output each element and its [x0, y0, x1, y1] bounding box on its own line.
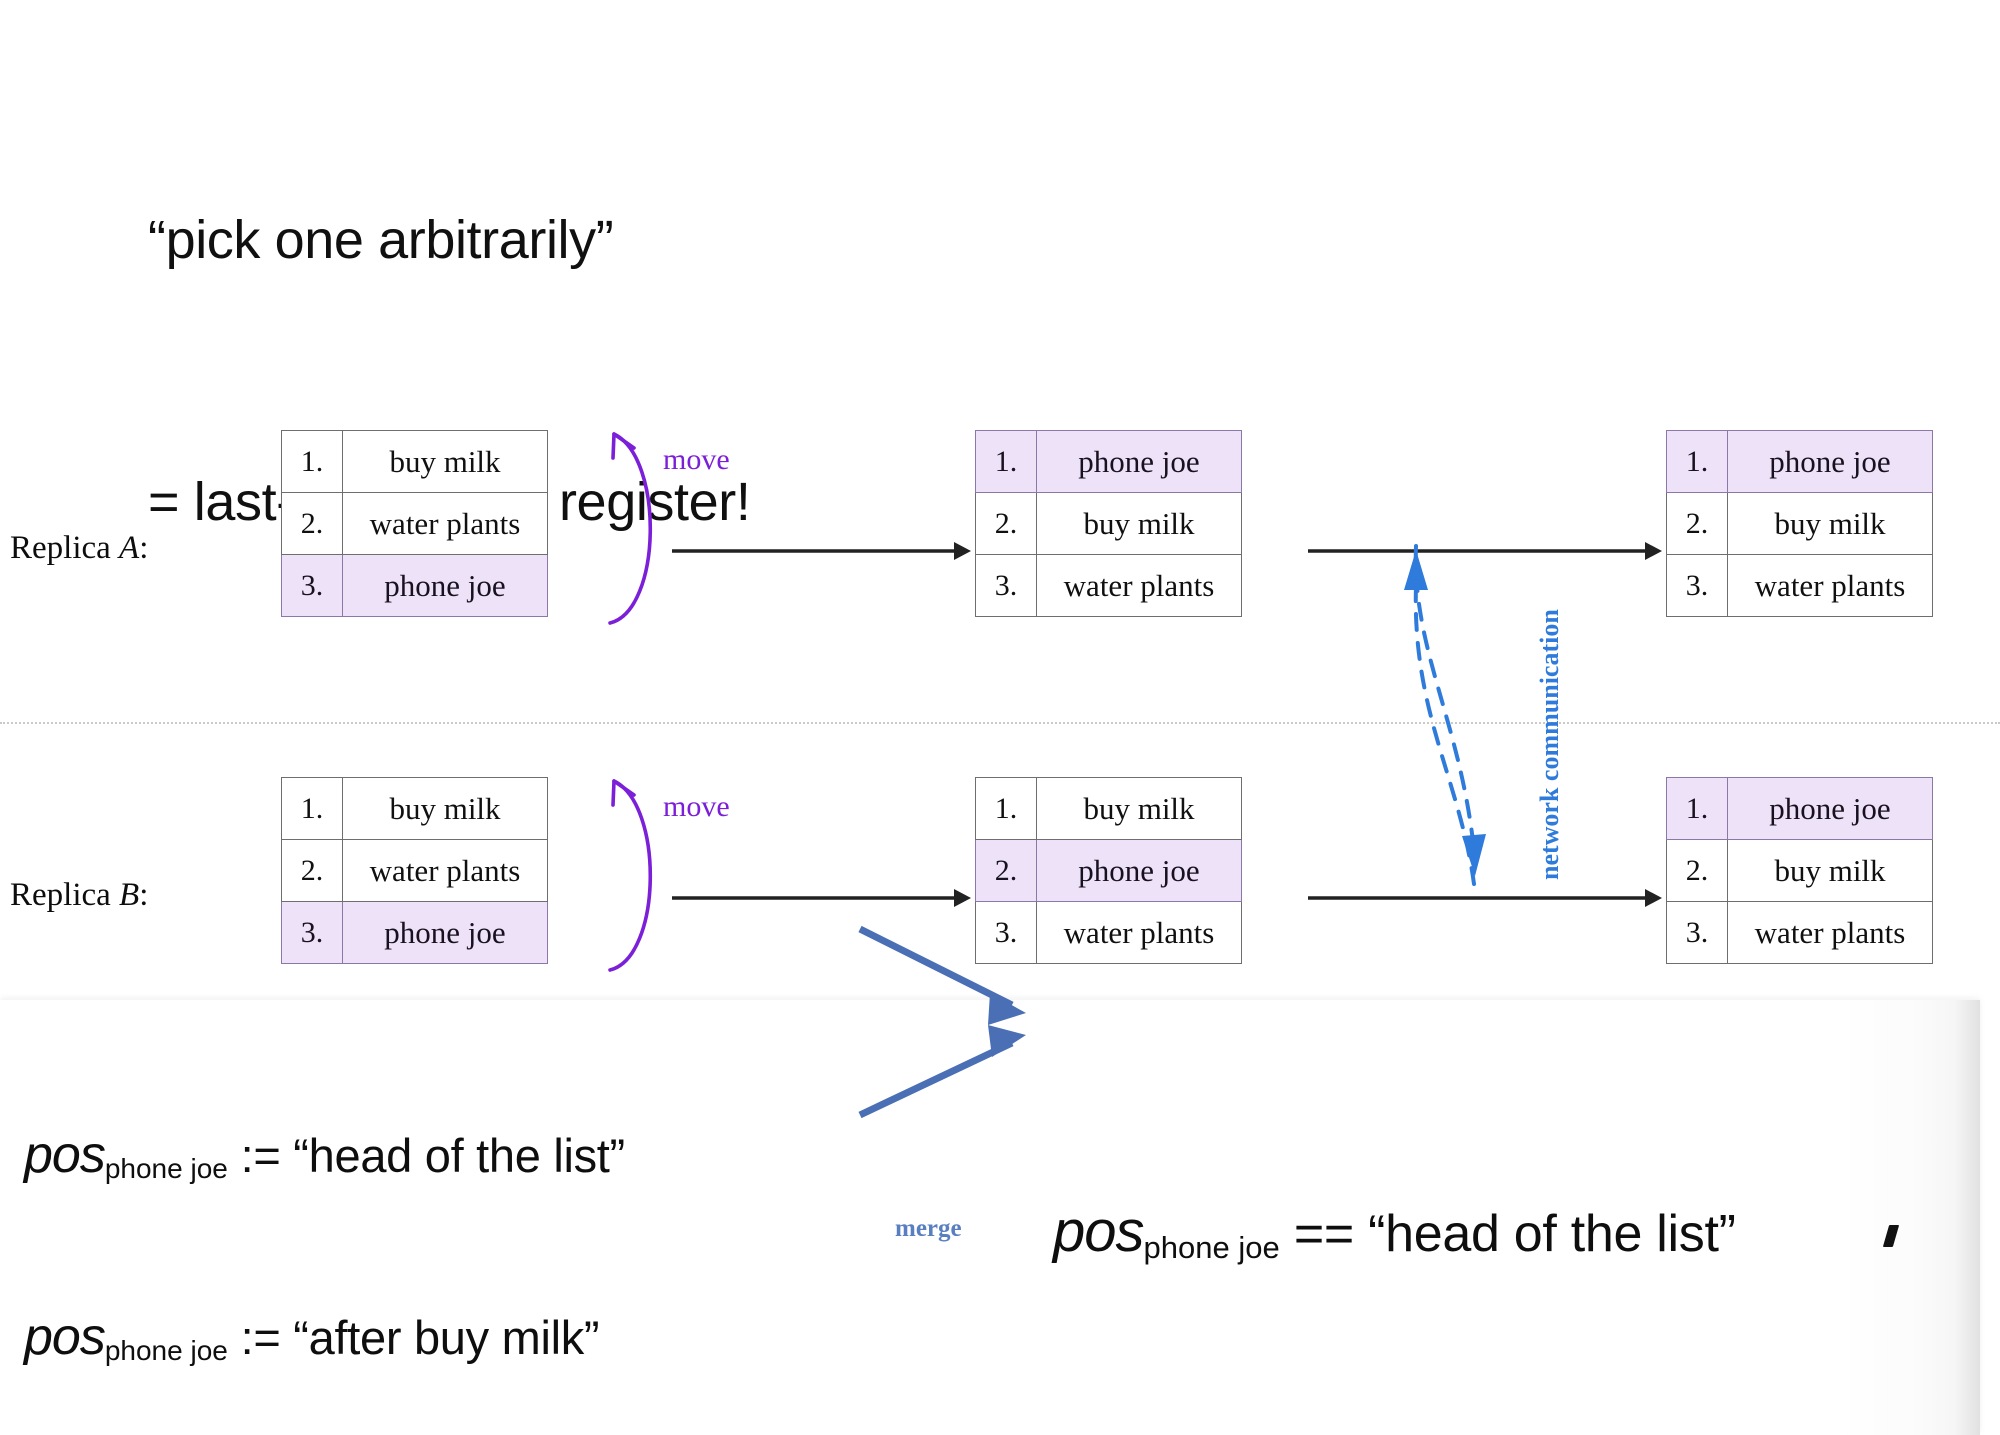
- row-text: buy milk: [1036, 777, 1242, 840]
- formula-result-var: pos: [1053, 1199, 1145, 1264]
- formula-b-value: “after buy milk”: [293, 1311, 600, 1364]
- formula-b-operator: :=: [240, 1311, 281, 1364]
- row-text: phone joe: [1036, 430, 1242, 493]
- table-row-highlighted: 3. phone joe: [281, 554, 548, 617]
- row-number: 3.: [1666, 554, 1728, 617]
- replica-a-before-table: 1. buy milk 2. water plants 3. phone joe: [281, 430, 548, 617]
- table-row-highlighted: 1. phone joe: [975, 430, 1242, 493]
- table-row: 2. buy milk: [1666, 839, 1933, 902]
- row-number: 1.: [281, 430, 343, 493]
- row-number: 2.: [281, 839, 343, 902]
- row-number: 2.: [1666, 492, 1728, 555]
- row-number: 3.: [281, 901, 343, 964]
- row-number: 1.: [281, 777, 343, 840]
- formula-merge-result: posphone joe == “head of the list”: [1053, 1198, 1736, 1265]
- row-number: 1.: [1666, 430, 1728, 493]
- replica-b-label: Replica B:: [10, 877, 148, 914]
- replica-a-label-suffix: :: [139, 530, 149, 566]
- replica-b-label-prefix: Replica: [10, 877, 120, 913]
- bottom-overlay-panel: posphone joe := “head of the list” posph…: [0, 925, 1980, 1435]
- replica-b-label-suffix: :: [139, 877, 149, 913]
- title-line-1: “pick one arbitrarily”: [148, 209, 614, 270]
- row-number: 1.: [975, 777, 1037, 840]
- move-label-replica-b: move: [663, 790, 730, 823]
- table-row: 1. buy milk: [975, 777, 1242, 840]
- row-text: water plants: [1036, 901, 1242, 964]
- table-row: 3. water plants: [1666, 901, 1933, 964]
- table-row: 2. water plants: [281, 839, 548, 902]
- row-number: 1.: [975, 430, 1037, 493]
- formula-replica-b: posphone joe := “after buy milk”: [24, 1307, 600, 1367]
- row-number: 2.: [281, 492, 343, 555]
- formula-b-subscript: phone joe: [104, 1335, 228, 1366]
- network-communication-arrows: [1390, 540, 1520, 890]
- table-row-highlighted: 1. phone joe: [1666, 430, 1933, 493]
- replica-b-after-merge-table: 1. phone joe 2. buy milk 3. water plants: [1666, 777, 1933, 964]
- row-text: phone joe: [1727, 777, 1933, 840]
- replica-a-after-merge-table: 1. phone joe 2. buy milk 3. water plants: [1666, 430, 1933, 617]
- table-row: 2. water plants: [281, 492, 548, 555]
- merge-label: merge: [895, 1215, 962, 1242]
- transition-arrow-b2: [1308, 886, 1663, 910]
- row-number: 1.: [1666, 777, 1728, 840]
- formula-replica-a: posphone joe := “head of the list”: [24, 1125, 625, 1185]
- table-row: 2. buy milk: [1666, 492, 1933, 555]
- slide-canvas: “pick one arbitrarily” = last-writer win…: [0, 0, 2000, 1435]
- replica-a-label-name: A: [119, 530, 140, 566]
- formula-result-subscript: phone joe: [1143, 1230, 1280, 1265]
- replica-separator: [0, 722, 2000, 724]
- transition-arrow-b1: [672, 886, 972, 910]
- row-text: water plants: [342, 492, 548, 555]
- row-number: 3.: [1666, 901, 1728, 964]
- row-text: phone joe: [342, 901, 548, 964]
- row-text: phone joe: [1727, 430, 1933, 493]
- replica-a-label: Replica A:: [10, 530, 148, 567]
- row-text: phone joe: [342, 554, 548, 617]
- table-row-highlighted: 3. phone joe: [281, 901, 548, 964]
- formula-a-value: “head of the list”: [293, 1129, 625, 1182]
- replica-b-before-table: 1. buy milk 2. water plants 3. phone joe: [281, 777, 548, 964]
- row-text: water plants: [1727, 554, 1933, 617]
- table-row: 2. buy milk: [975, 492, 1242, 555]
- table-row: 1. buy milk: [281, 777, 548, 840]
- formula-a-var: pos: [24, 1126, 106, 1184]
- replica-a-after-move-table: 1. phone joe 2. buy milk 3. water plants: [975, 430, 1242, 617]
- formula-result-value: “head of the list”: [1368, 1205, 1736, 1263]
- row-text: buy milk: [1727, 839, 1933, 902]
- row-text: water plants: [1727, 901, 1933, 964]
- table-row: 3. water plants: [975, 554, 1242, 617]
- row-text: phone joe: [1036, 839, 1242, 902]
- replica-b-label-name: B: [119, 877, 140, 913]
- merge-arrows: [858, 915, 1060, 1245]
- row-number: 2.: [975, 839, 1037, 902]
- formula-b-var: pos: [24, 1308, 106, 1366]
- row-text: buy milk: [342, 777, 548, 840]
- row-text: water plants: [1036, 554, 1242, 617]
- stray-mark: [1882, 1225, 1900, 1247]
- table-row: 1. buy milk: [281, 430, 548, 493]
- replica-a-label-prefix: Replica: [10, 530, 120, 566]
- table-row: 3. water plants: [1666, 554, 1933, 617]
- table-row-highlighted: 1. phone joe: [1666, 777, 1933, 840]
- row-text: buy milk: [1727, 492, 1933, 555]
- row-number: 3.: [975, 554, 1037, 617]
- row-number: 2.: [1666, 839, 1728, 902]
- row-number: 2.: [975, 492, 1037, 555]
- network-communication-label: network communication: [1535, 609, 1564, 880]
- transition-arrow-a1: [672, 539, 972, 563]
- row-text: water plants: [342, 839, 548, 902]
- row-text: buy milk: [1036, 492, 1242, 555]
- move-label-replica-a: move: [663, 443, 730, 476]
- row-number: 3.: [281, 554, 343, 617]
- row-text: buy milk: [342, 430, 548, 493]
- table-row-highlighted: 2. phone joe: [975, 839, 1242, 902]
- formula-a-subscript: phone joe: [104, 1153, 228, 1184]
- formula-result-operator: ==: [1293, 1205, 1354, 1263]
- formula-a-operator: :=: [240, 1129, 281, 1182]
